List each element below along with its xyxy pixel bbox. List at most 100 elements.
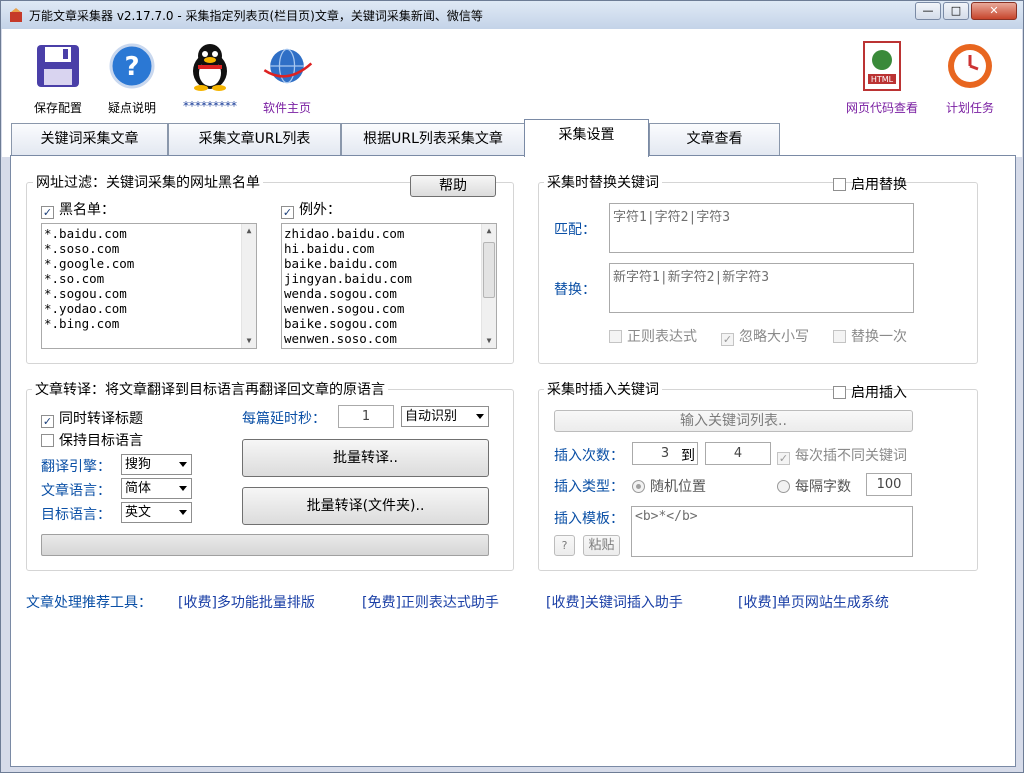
- template-textarea[interactable]: <b>*</b>: [631, 506, 913, 557]
- random-position-radio[interactable]: 随机位置: [632, 476, 706, 496]
- tab-article-view[interactable]: 文章查看: [649, 123, 780, 155]
- insert-count-to[interactable]: 4: [705, 442, 771, 465]
- list-item[interactable]: *.baidu.com: [44, 226, 256, 241]
- chevron-down-icon: [476, 414, 484, 419]
- tab-collect-settings[interactable]: 采集设置: [524, 119, 649, 157]
- list-item[interactable]: *.google.com: [44, 256, 256, 271]
- list-item[interactable]: *.so.com: [44, 271, 256, 286]
- enable-insert-checkbox[interactable]: 启用插入: [833, 382, 907, 402]
- diff-keyword-checkbox[interactable]: ✓ 每次插不同关键词: [777, 445, 907, 465]
- link-batch-typeset[interactable]: [收费]多功能批量排版: [178, 592, 315, 612]
- sync-title-label: 同时转译标题: [59, 411, 143, 427]
- delay-input[interactable]: 1: [338, 405, 394, 428]
- link-single-page-site[interactable]: [收费]单页网站生成系统: [738, 592, 889, 612]
- tab-keyword-collect[interactable]: 关键词采集文章: [11, 123, 168, 155]
- save-config-button[interactable]: 保存配置: [30, 37, 86, 116]
- url-filter-title: 网址过滤：关键词采集的网址黑名单: [33, 172, 263, 192]
- qq-button[interactable]: *********: [180, 37, 240, 113]
- enable-replace-checkbox[interactable]: 启用替换: [833, 174, 907, 194]
- lang-value: 简体: [125, 481, 152, 496]
- batch-translate-folder-button[interactable]: 批量转译(文件夹)..: [242, 487, 489, 525]
- blacklist-check-icon: ✓: [41, 206, 54, 219]
- keep-target-check-icon: [41, 434, 54, 447]
- sync-title-check-icon: ✓: [41, 415, 54, 428]
- detect-select[interactable]: 自动识别: [401, 406, 489, 427]
- blacklist-listbox[interactable]: *.baidu.com *.soso.com *.google.com *.so…: [41, 223, 257, 349]
- regex-checkbox[interactable]: 正则表达式: [609, 326, 697, 346]
- replace-textarea[interactable]: 新字符1|新字符2|新字符3: [609, 263, 914, 313]
- match-textarea[interactable]: 字符1|字符2|字符3: [609, 203, 914, 253]
- list-item[interactable]: wenwen.sogou.com: [284, 301, 496, 316]
- filter-help-button[interactable]: 帮助: [410, 175, 496, 197]
- exception-label: 例外：: [299, 202, 341, 218]
- list-item[interactable]: baike.baidu.com: [284, 256, 496, 271]
- replace-keyword-title: 采集时替换关键词: [544, 172, 662, 192]
- maximize-button[interactable]: □: [943, 2, 969, 20]
- paste-button[interactable]: 粘贴: [583, 535, 620, 556]
- every-n-chars-input[interactable]: 100: [866, 473, 912, 496]
- exception-listbox[interactable]: zhidao.baidu.com hi.baidu.com baike.baid…: [281, 223, 497, 349]
- template-help-button[interactable]: ?: [554, 535, 575, 556]
- list-item[interactable]: zhidao.baidu.com: [284, 226, 496, 241]
- minimize-button[interactable]: —: [915, 2, 941, 20]
- link-regex-helper[interactable]: [免费]正则表达式助手: [362, 592, 499, 612]
- enable-replace-label: 启用替换: [851, 177, 907, 193]
- list-item[interactable]: wenda.sogou.com: [284, 286, 496, 301]
- translate-progress-bar: [41, 534, 489, 556]
- engine-value: 搜狗: [125, 457, 152, 472]
- sync-title-checkbox[interactable]: ✓ 同时转译标题: [41, 408, 143, 428]
- help-icon: ?: [109, 43, 155, 89]
- target-select[interactable]: 英文: [121, 502, 192, 523]
- tab-collect-by-url[interactable]: 根据URL列表采集文章: [341, 123, 525, 155]
- regex-check-icon: [609, 330, 622, 343]
- input-keyword-list-button[interactable]: 输入关键词列表..: [554, 410, 913, 432]
- match-label: 匹配：: [554, 222, 596, 238]
- replace-once-checkbox[interactable]: 替换一次: [833, 326, 907, 346]
- window-title: 万能文章采集器 v2.17.7.0 - 采集指定列表页(栏目页)文章，关键词采集…: [29, 9, 483, 23]
- close-button[interactable]: ✕: [971, 2, 1017, 20]
- blacklist-scrollbar[interactable]: ▲ ▼: [241, 224, 256, 348]
- template-label: 插入模板：: [554, 511, 624, 527]
- engine-select[interactable]: 搜狗: [121, 454, 192, 475]
- target-label: 目标语言：: [41, 507, 111, 523]
- tab-url-list[interactable]: 采集文章URL列表: [168, 123, 341, 155]
- help-button[interactable]: ? 疑点说明: [104, 37, 160, 116]
- every-n-chars-radio[interactable]: 每隔字数: [777, 476, 851, 496]
- schedule-button[interactable]: 计划任务: [940, 37, 1000, 116]
- replace-once-label: 替换一次: [851, 329, 907, 345]
- translate-title: 文章转译：将文章翻译到目标语言再翻译回文章的原语言: [32, 379, 388, 399]
- list-item[interactable]: *.sogou.com: [44, 286, 256, 301]
- exception-checkbox[interactable]: ✓ 例外：: [281, 199, 341, 219]
- diff-keyword-label: 每次插不同关键词: [795, 448, 907, 464]
- list-item[interactable]: *.yodao.com: [44, 301, 256, 316]
- qq-label: *********: [183, 99, 237, 113]
- blacklist-checkbox[interactable]: ✓ 黑名单：: [41, 199, 115, 219]
- home-page-button[interactable]: 软件主页: [254, 37, 320, 116]
- main-window: 万能文章采集器 v2.17.7.0 - 采集指定列表页(栏目页)文章，关键词采集…: [0, 0, 1024, 773]
- html-view-button[interactable]: HTML 网页代码查看: [842, 37, 922, 116]
- enable-insert-check-icon: [833, 386, 846, 399]
- exception-scrollbar[interactable]: ▲ ▼: [481, 224, 496, 348]
- chevron-down-icon: [179, 486, 187, 491]
- lang-select[interactable]: 简体: [121, 478, 192, 499]
- recommended-tools-label: 文章处理推荐工具：: [26, 595, 152, 611]
- list-item[interactable]: hi.baidu.com: [284, 241, 496, 256]
- svg-text:HTML: HTML: [871, 75, 894, 84]
- chevron-down-icon: [179, 462, 187, 467]
- ignore-case-checkbox[interactable]: ✓ 忽略大小写: [721, 326, 809, 346]
- keep-target-label: 保持目标语言: [59, 433, 143, 449]
- schedule-label: 计划任务: [945, 101, 994, 115]
- regex-label: 正则表达式: [627, 329, 697, 345]
- list-item[interactable]: wenwen.soso.com: [284, 331, 496, 346]
- batch-translate-button[interactable]: 批量转译..: [242, 439, 489, 477]
- link-keyword-insert-helper[interactable]: [收费]关键词插入助手: [546, 592, 683, 612]
- list-item[interactable]: *.soso.com: [44, 241, 256, 256]
- title-bar: 万能文章采集器 v2.17.7.0 - 采集指定列表页(栏目页)文章，关键词采集…: [1, 1, 1023, 29]
- ignore-case-check-icon: ✓: [721, 333, 734, 346]
- list-item[interactable]: jingyan.baidu.com: [284, 271, 496, 286]
- list-item[interactable]: *.bing.com: [44, 316, 256, 331]
- keep-target-checkbox[interactable]: 保持目标语言: [41, 430, 143, 450]
- detect-value: 自动识别: [405, 409, 458, 424]
- toolbar: 保存配置 ? 疑点说明 ********* 软件主页 HTML 网页代码查看 计…: [2, 29, 1022, 119]
- list-item[interactable]: baike.sogou.com: [284, 316, 496, 331]
